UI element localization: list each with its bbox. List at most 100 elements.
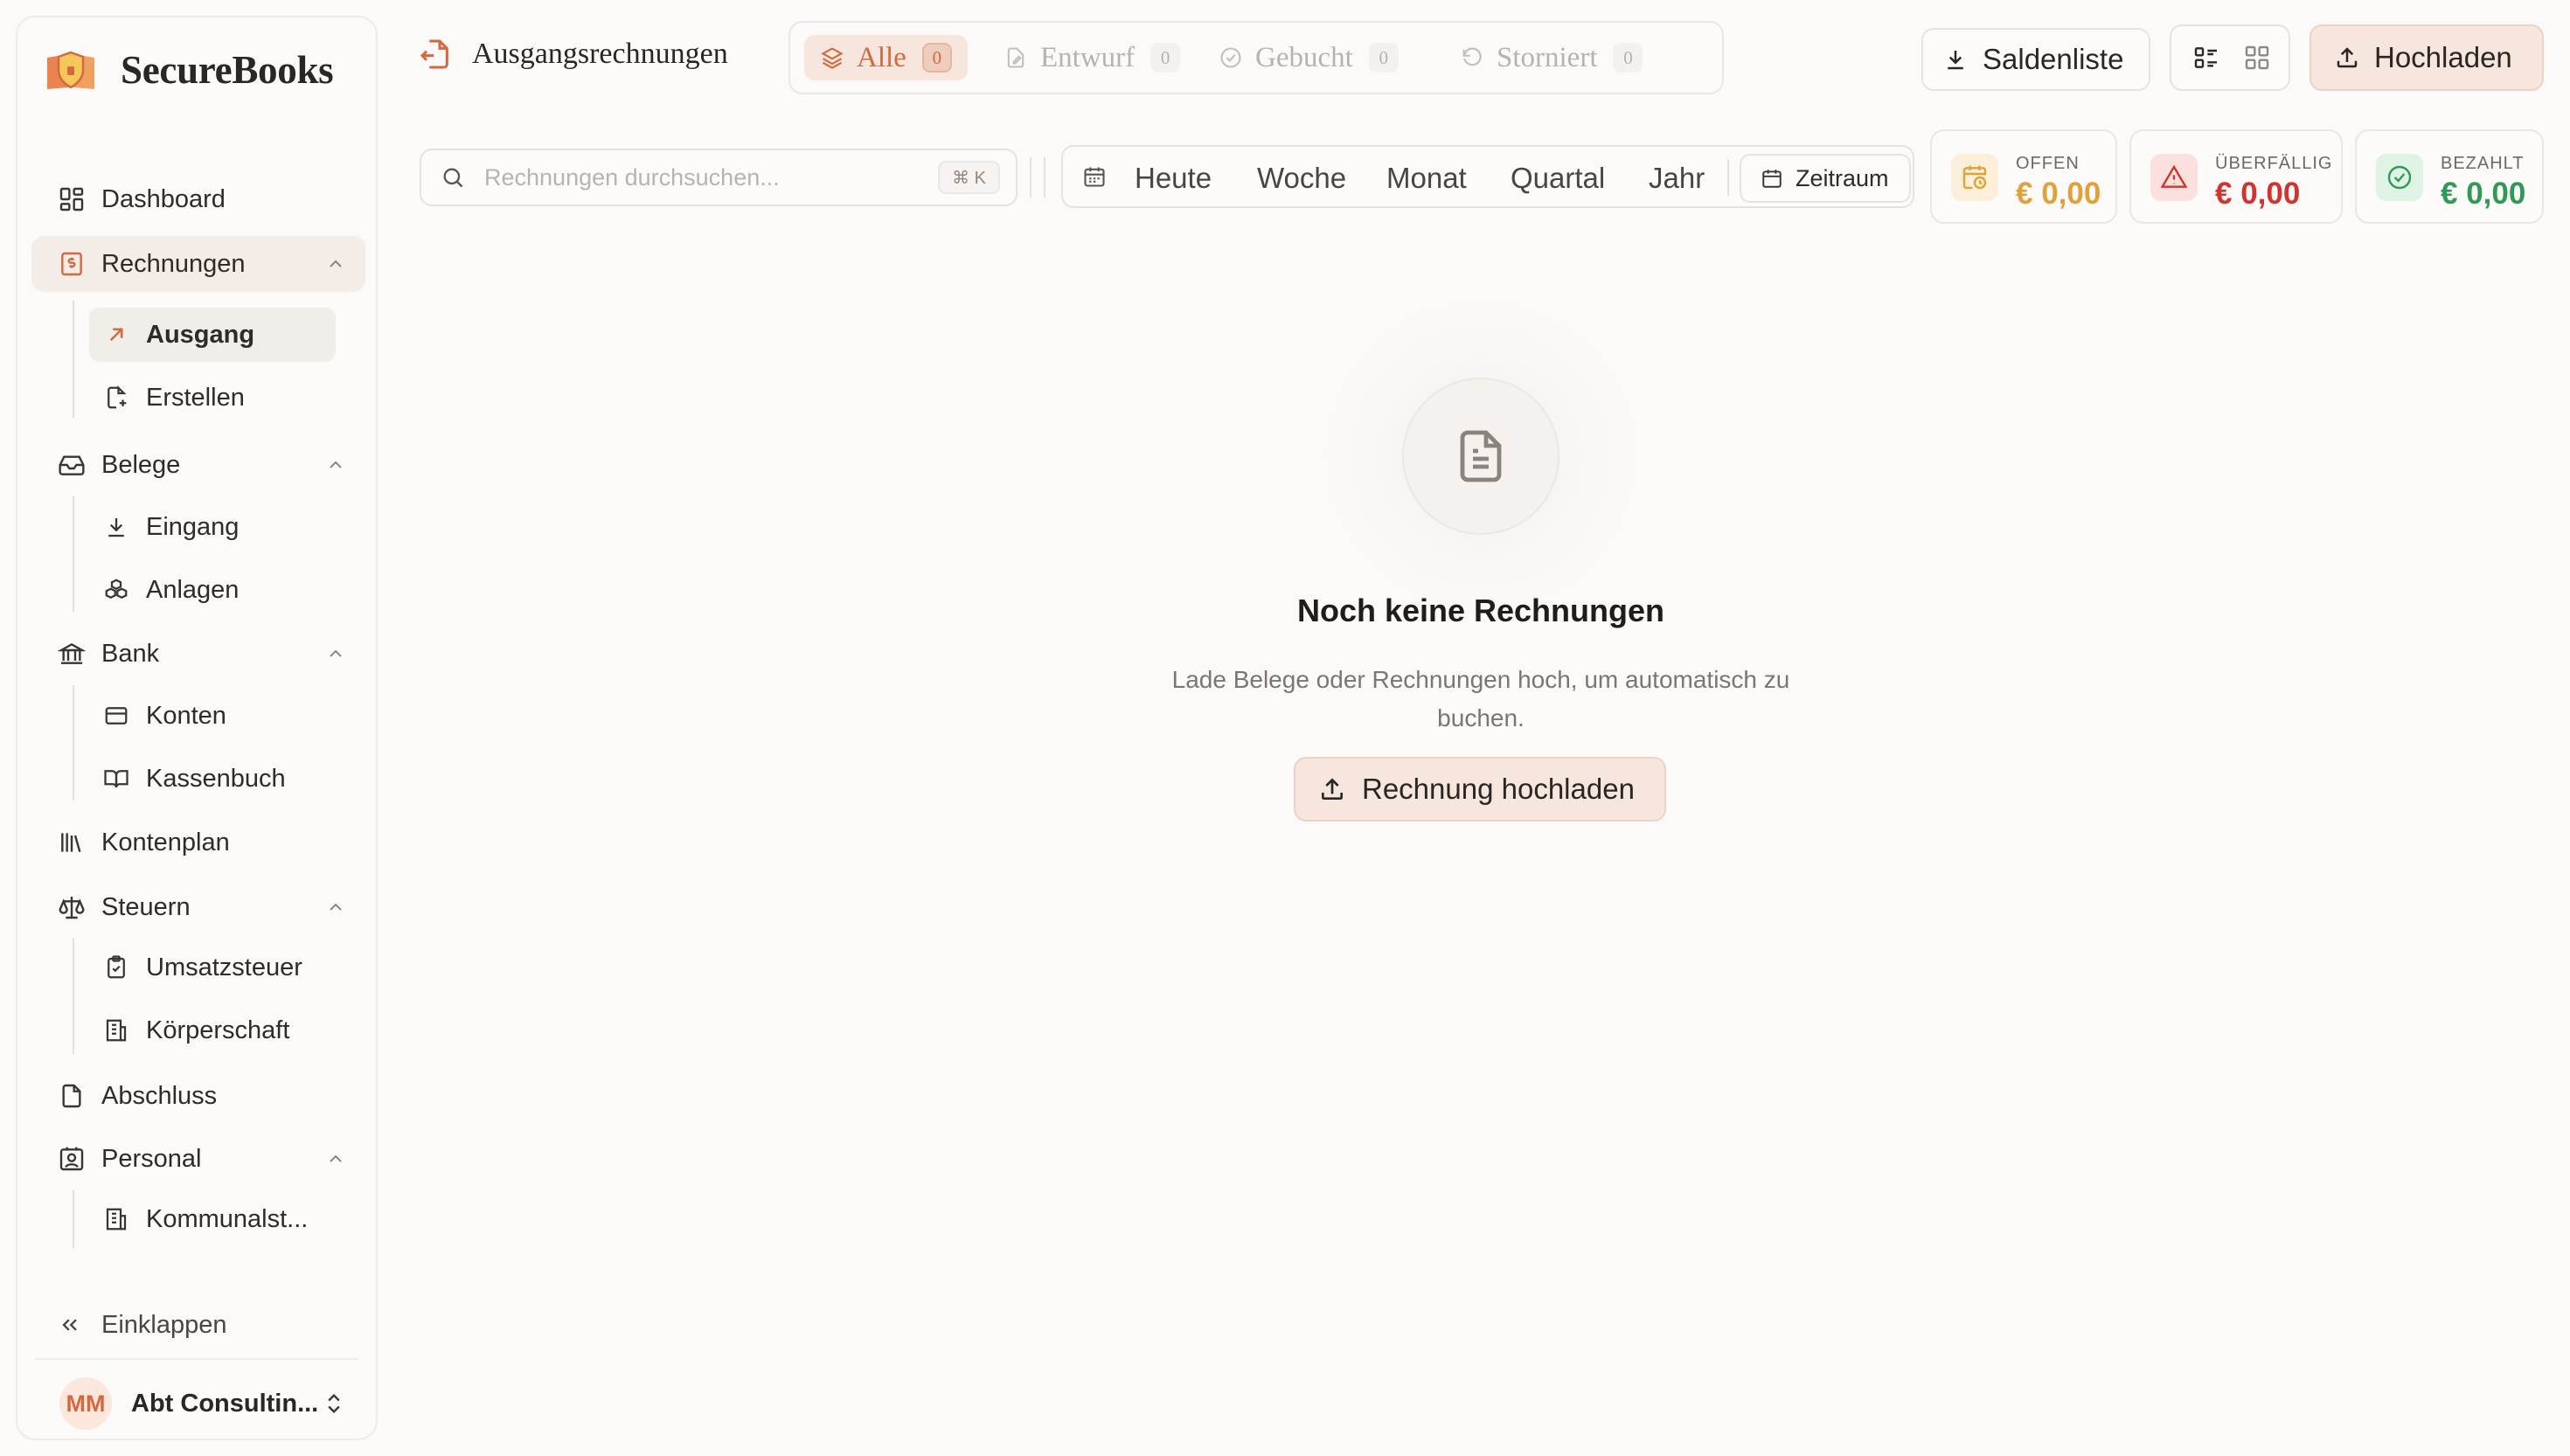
chevron-up-icon — [330, 1154, 342, 1162]
file-pen-icon — [1007, 47, 1025, 68]
file-plus-icon — [108, 385, 127, 409]
empty-state-illustration — [1402, 378, 1559, 535]
kpi-bezahlt[interactable]: BEZAHLT € 0,00 — [2355, 129, 2544, 224]
kpi-value: € 0,00 — [2016, 177, 2101, 211]
period-heute[interactable]: Heute — [1135, 159, 1212, 198]
sidebar-item-label: Ausgang — [146, 320, 255, 349]
list-view-icon[interactable] — [2192, 44, 2220, 72]
tab-storniert[interactable]: Storniert 0 — [1444, 35, 1658, 80]
layers-icon — [821, 47, 844, 69]
kpi-value: € 0,00 — [2215, 177, 2301, 211]
sidebar-item-label: Umsatzsteuer — [146, 953, 302, 981]
period-filter: Heute Woche Monat Quartal Jahr Zeitraum — [1061, 145, 1914, 208]
sidebar-item-personal[interactable]: Personal — [31, 1131, 365, 1187]
clipboard-check-icon — [108, 955, 125, 979]
account-switcher[interactable]: MM Abt Consultin... — [31, 1372, 365, 1435]
search-field[interactable]: ⌘ K — [420, 149, 1018, 206]
empty-state-title: Noch keine Rechnungen — [1296, 593, 1665, 628]
submenu-line — [73, 496, 74, 612]
upload-button[interactable]: Hochladen — [2310, 24, 2544, 91]
sidebar-item-eingang[interactable]: Eingang — [89, 500, 336, 554]
tab-alle[interactable]: Alle 0 — [804, 35, 968, 80]
sidebar-item-anlagen[interactable]: Anlagen — [89, 563, 336, 617]
building-icon — [106, 1019, 127, 1042]
upload-label: Hochladen — [2374, 41, 2512, 73]
sidebar-item-label: Eingang — [146, 512, 240, 541]
sidebar-item-label: Erstellen — [146, 383, 245, 412]
file-text-icon — [1460, 430, 1502, 482]
chevron-up-icon — [330, 649, 342, 657]
collapse-sidebar-button[interactable]: Einklappen — [31, 1299, 365, 1351]
sidebar-item-kontenplan[interactable]: Kontenplan — [31, 815, 365, 870]
sidebar-item-label: Körperschaft — [146, 1016, 290, 1044]
kpi-ueberfaellig[interactable]: ÜBERFÄLLIG € 0,00 — [2129, 129, 2343, 224]
check-circle-icon — [1220, 47, 1241, 68]
sidebar-item-belege[interactable]: Belege — [31, 437, 365, 493]
dashboard-icon — [59, 187, 84, 211]
logo-icon — [44, 47, 98, 93]
grid-view-icon[interactable] — [2243, 44, 2271, 72]
tab-count: 0 — [1150, 43, 1181, 73]
sidebar-item-ausgang[interactable]: Ausgang — [89, 308, 336, 362]
building-icon — [106, 1208, 127, 1231]
sidebar-item-koerperschaft[interactable]: Körperschaft — [89, 1003, 336, 1057]
chevron-up-icon — [330, 260, 342, 267]
kpi-offen[interactable]: OFFEN € 0,00 — [1930, 129, 2117, 224]
chevron-up-icon — [330, 903, 342, 911]
period-woche[interactable]: Woche — [1257, 159, 1346, 198]
upload-invoice-button[interactable]: Rechnung hochladen — [1294, 757, 1666, 822]
calendar-icon — [1762, 170, 1782, 188]
invoice-icon — [61, 252, 82, 276]
library-icon — [61, 833, 81, 852]
sidebar: SecureBooks Dashboard Rechnungen Ausgang… — [16, 16, 378, 1440]
search-input[interactable] — [484, 163, 913, 191]
tab-count: 0 — [1613, 43, 1643, 73]
kpi-badge — [2150, 154, 2198, 201]
tab-entwurf[interactable]: Entwurf 0 — [988, 35, 1196, 80]
chevrons-up-down-icon — [328, 1394, 340, 1413]
period-jahr[interactable]: Jahr — [1649, 159, 1705, 198]
collapse-label: Einklappen — [101, 1310, 227, 1339]
zeitraum-label: Zeitraum — [1796, 164, 1889, 191]
sidebar-item-erstellen[interactable]: Erstellen — [89, 371, 336, 425]
calendar-clock-icon — [1962, 165, 1987, 190]
sidebar-item-rechnungen[interactable]: Rechnungen — [31, 236, 365, 292]
zeitraum-button[interactable]: Zeitraum — [1740, 154, 1911, 203]
tab-label: Entwurf — [1040, 41, 1136, 73]
sidebar-item-abschluss[interactable]: Abschluss — [31, 1068, 365, 1124]
check-circle-icon — [2387, 165, 2412, 190]
view-toggle[interactable] — [2170, 24, 2290, 91]
tab-label: Gebucht — [1255, 41, 1353, 73]
upload-icon — [1322, 778, 1343, 800]
avatar: MM — [59, 1377, 112, 1430]
sidebar-item-label: Anlagen — [146, 575, 240, 604]
page-header: Ausgangsrechnungen — [418, 37, 728, 72]
sidebar-item-label: Konten — [146, 701, 226, 730]
scale-icon — [59, 897, 85, 919]
sidebar-item-bank[interactable]: Bank — [31, 626, 365, 682]
sidebar-item-label: Abschluss — [101, 1081, 218, 1110]
period-monat[interactable]: Monat — [1386, 159, 1467, 198]
divider — [35, 1358, 358, 1360]
brand[interactable]: SecureBooks — [44, 47, 334, 93]
tab-gebucht[interactable]: Gebucht 0 — [1203, 35, 1414, 80]
period-quartal[interactable]: Quartal — [1511, 159, 1605, 198]
sidebar-item-umsatzsteuer[interactable]: Umsatzsteuer — [89, 940, 336, 995]
sidebar-item-kassenbuch[interactable]: Kassenbuch — [89, 752, 336, 806]
rotate-ccw-icon — [1462, 47, 1482, 66]
tab-label: Alle — [857, 41, 906, 73]
sidebar-item-konten[interactable]: Konten — [89, 689, 336, 743]
divider — [1727, 159, 1729, 196]
sidebar-item-dashboard[interactable]: Dashboard — [31, 171, 365, 227]
sidebar-item-kommunal[interactable]: Kommunalst... — [89, 1192, 336, 1246]
kpi-badge — [2376, 154, 2423, 201]
page-title: Ausgangsrechnungen — [472, 38, 728, 70]
credit-card-icon — [105, 707, 128, 725]
download-icon — [108, 518, 124, 537]
upload-icon — [2337, 47, 2358, 68]
sidebar-item-steuern[interactable]: Steuern — [31, 879, 365, 935]
app-name: SecureBooks — [121, 48, 334, 92]
boxes-icon — [105, 579, 128, 600]
sidebar-item-label: Kontenplan — [101, 828, 230, 856]
saldenliste-button[interactable]: Saldenliste — [1921, 28, 2150, 91]
